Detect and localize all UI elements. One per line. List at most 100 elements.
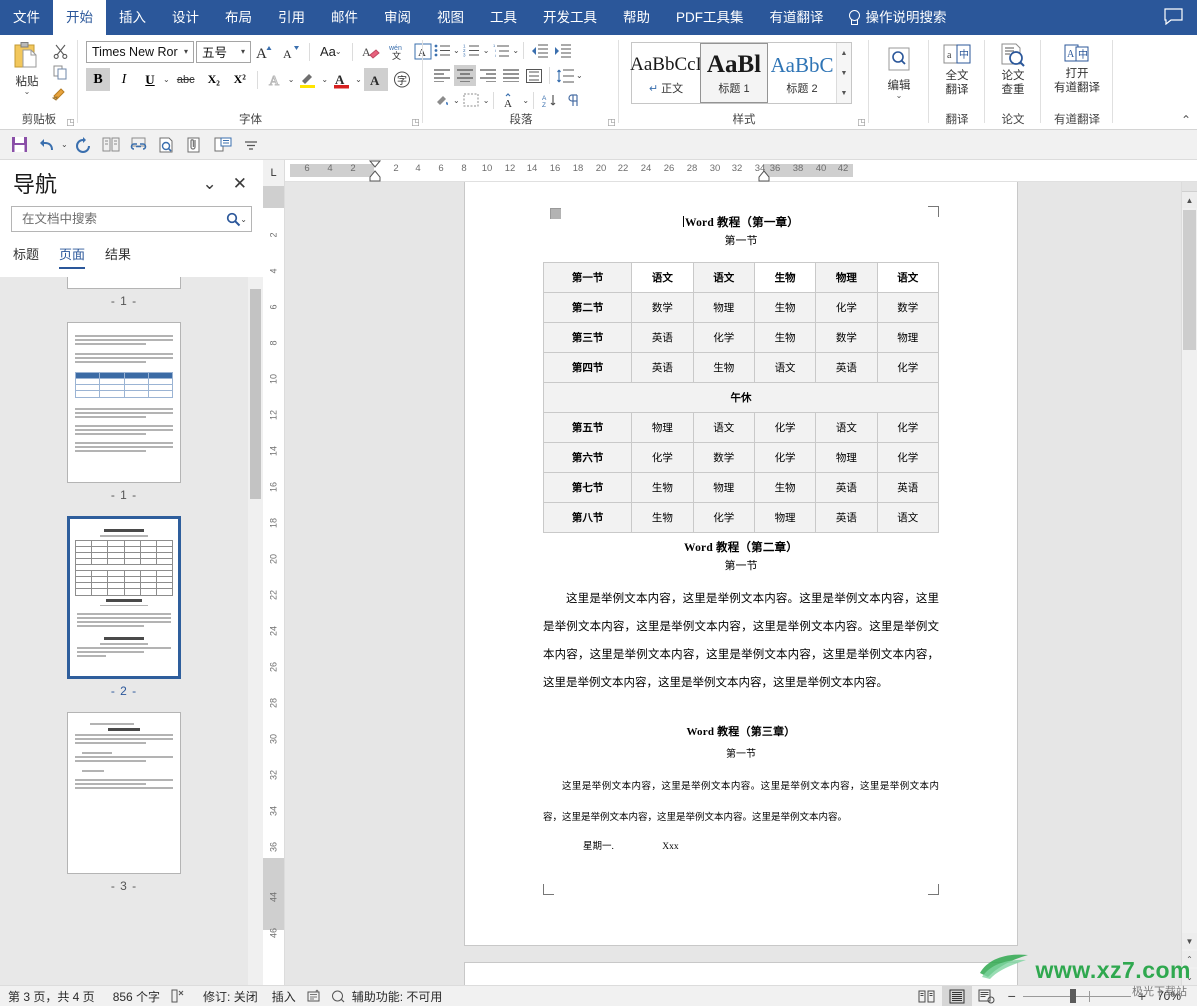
table-cell-merged[interactable]: 午休 — [543, 382, 939, 413]
page-info[interactable]: 第 3 页，共 4 页 — [8, 988, 105, 1005]
open-youdao-translate-button[interactable]: A 中 打开 有道翻译 — [1046, 39, 1108, 95]
web-layout-button[interactable] — [972, 986, 1002, 1006]
decrease-indent-button[interactable] — [528, 40, 550, 61]
chapter3-body[interactable]: 这里是举例文本内容，这里是举例文本内容。这里是举例文本内容，这里是举例文本内容，… — [543, 772, 939, 834]
table-row[interactable]: 第六节 化学 数学 化学 物理 化学 — [542, 442, 940, 473]
table-cell[interactable]: 英语 — [631, 322, 694, 353]
style-item-normal[interactable]: AaBbCcI ↵ 正文 — [630, 43, 702, 103]
hyperlink-button[interactable] — [126, 133, 152, 157]
shrink-font-button[interactable]: A — [279, 40, 303, 63]
numbered-list-button[interactable]: 123 — [461, 40, 483, 61]
read-mode-button[interactable] — [912, 986, 942, 1006]
sort-button[interactable]: AZ — [538, 90, 562, 111]
table-row[interactable]: 第三节 英语 化学 生物 数学 物理 — [542, 322, 940, 353]
table-row[interactable]: 第八节 生物 化学 物理 英语 语文 — [542, 502, 940, 533]
text-effects-button[interactable]: A — [263, 68, 287, 91]
chevron-down-icon[interactable]: ▾ — [238, 47, 248, 56]
scroll-down-button[interactable]: ▼ — [1182, 933, 1197, 949]
table-row[interactable]: 第二节 数学 物理 生物 化学 数学 — [542, 292, 940, 323]
table-row[interactable]: 第一节 语文 语文 生物 物理 语文 — [542, 262, 940, 293]
distribute-button[interactable] — [523, 65, 545, 86]
borders-button[interactable] — [461, 90, 483, 111]
navigation-search-box[interactable]: ⌄ — [11, 206, 252, 232]
subscript-button[interactable]: X₂ — [202, 68, 226, 91]
table-cell[interactable]: 化学 — [692, 322, 755, 353]
paragraph-dialog-launcher[interactable]: ◳ — [607, 118, 616, 127]
chevron-down-icon[interactable]: ⌄ — [576, 71, 583, 80]
table-cell[interactable]: 语文 — [692, 262, 755, 293]
align-right-button[interactable] — [477, 65, 499, 86]
document-page-4[interactable] — [465, 963, 1017, 985]
menu-item-references[interactable]: 引用 — [265, 0, 318, 35]
chevron-down-icon[interactable]: ⌄ — [483, 96, 490, 105]
split-bar[interactable] — [1182, 182, 1197, 192]
strikethrough-button[interactable]: abc — [172, 68, 200, 91]
collapse-ribbon-button[interactable]: ⌃ — [1181, 113, 1191, 127]
table-cell[interactable]: 语文 — [815, 412, 878, 443]
right-indent-marker[interactable] — [757, 170, 771, 182]
paper-check-button[interactable]: 论文 查重 — [990, 39, 1036, 97]
tab-stop-selector[interactable]: L — [263, 160, 284, 186]
table-cell[interactable]: 生物 — [631, 472, 694, 503]
copy-button[interactable] — [49, 63, 71, 81]
customize-qat-button[interactable] — [238, 133, 264, 157]
table-cell[interactable]: 第三节 — [542, 322, 633, 353]
table-row[interactable]: 第五节 物理 语文 化学 语文 化学 — [542, 412, 940, 443]
accessibility-status[interactable]: 辅助功能: 不可用 — [331, 988, 453, 1005]
chevron-down-icon[interactable]: ⌄ — [24, 88, 31, 96]
print-layout-button[interactable] — [941, 985, 972, 1006]
table-cell[interactable]: 数学 — [815, 322, 878, 353]
comments-icon[interactable] — [1164, 8, 1183, 25]
table-cell[interactable]: 语文 — [876, 262, 940, 293]
undo-button[interactable] — [34, 133, 60, 157]
pinyin-guide-button[interactable]: A — [498, 90, 522, 111]
gallery-scroll-up[interactable]: ▲ — [837, 43, 851, 63]
table-cell[interactable]: 英语 — [815, 502, 878, 533]
zoom-in-button[interactable]: + — [1138, 988, 1146, 1004]
table-cell[interactable]: 生物 — [753, 322, 817, 353]
font-dialog-launcher[interactable]: ◳ — [411, 118, 420, 127]
zoom-slider-thumb[interactable] — [1069, 989, 1076, 1003]
table-cell[interactable]: 化学 — [815, 292, 878, 323]
print-preview-button[interactable] — [154, 133, 180, 157]
nav-tab-results[interactable]: 结果 — [105, 244, 131, 269]
table-cell[interactable]: 生物 — [753, 292, 817, 323]
styles-dialog-launcher[interactable]: ◳ — [857, 118, 866, 127]
chapter2-body[interactable]: 这里是举例文本内容，这里是举例文本内容。这里是举例文本内容，这里是举例文本内容，… — [543, 585, 939, 697]
table-cell[interactable]: 物理 — [692, 472, 755, 503]
table-row-lunch[interactable]: 午休 — [543, 382, 939, 413]
next-page-button[interactable]: ⌄ — [1182, 969, 1197, 985]
superscript-button[interactable]: X² — [228, 68, 252, 91]
document-page-3[interactable]: Word 教程（第一章） 第一节 第一节 语文 语文 生物 物理 语文 第二节 … — [465, 182, 1017, 945]
table-cell[interactable]: 生物 — [631, 502, 694, 533]
clipboard-dialog-launcher[interactable]: ◳ — [66, 118, 75, 127]
signature-line[interactable]: 星期一. Xxx — [543, 838, 939, 852]
table-cell[interactable]: 化学 — [876, 412, 940, 443]
word-count[interactable]: 856 个字 — [105, 988, 170, 1005]
chevron-down-icon[interactable]: ⌄ — [163, 75, 170, 84]
chevron-down-icon[interactable]: ⌄ — [321, 75, 328, 84]
bold-button[interactable]: B — [86, 68, 110, 91]
font-color-button[interactable]: A — [330, 68, 354, 91]
thumbnails-scrollbar[interactable] — [248, 277, 263, 985]
compare-button[interactable] — [98, 133, 124, 157]
shading-button[interactable] — [431, 90, 453, 111]
left-indent-marker[interactable] — [368, 170, 382, 182]
multilevel-list-button[interactable]: 1ii — [490, 40, 512, 61]
chevron-down-icon[interactable]: ⌄ — [355, 75, 362, 84]
chevron-down-icon[interactable]: ⌄ — [896, 92, 903, 100]
table-row[interactable]: 第四节 英语 生物 语文 英语 化学 — [542, 352, 940, 383]
previous-page-button[interactable]: ⌃ — [1182, 951, 1197, 967]
enclose-characters-button[interactable]: 字 — [390, 68, 414, 91]
search-icon[interactable] — [226, 212, 241, 227]
schedule-table[interactable]: 第一节 语文 语文 生物 物理 语文 第二节 数学 物理 生物 化学 数学 第三… — [542, 262, 940, 533]
table-cell[interactable]: 语文 — [631, 262, 694, 293]
table-cell[interactable]: 生物 — [753, 472, 817, 503]
track-changes-status[interactable]: 修订: 关闭 — [195, 988, 268, 1005]
italic-button[interactable]: I — [112, 68, 136, 91]
table-cell[interactable]: 生物 — [692, 352, 755, 383]
table-cell[interactable]: 第六节 — [542, 442, 633, 473]
font-size-combo[interactable]: 五号 ▾ — [196, 40, 251, 63]
proofing-status[interactable] — [170, 989, 195, 1003]
table-cell[interactable]: 语文 — [753, 352, 817, 383]
